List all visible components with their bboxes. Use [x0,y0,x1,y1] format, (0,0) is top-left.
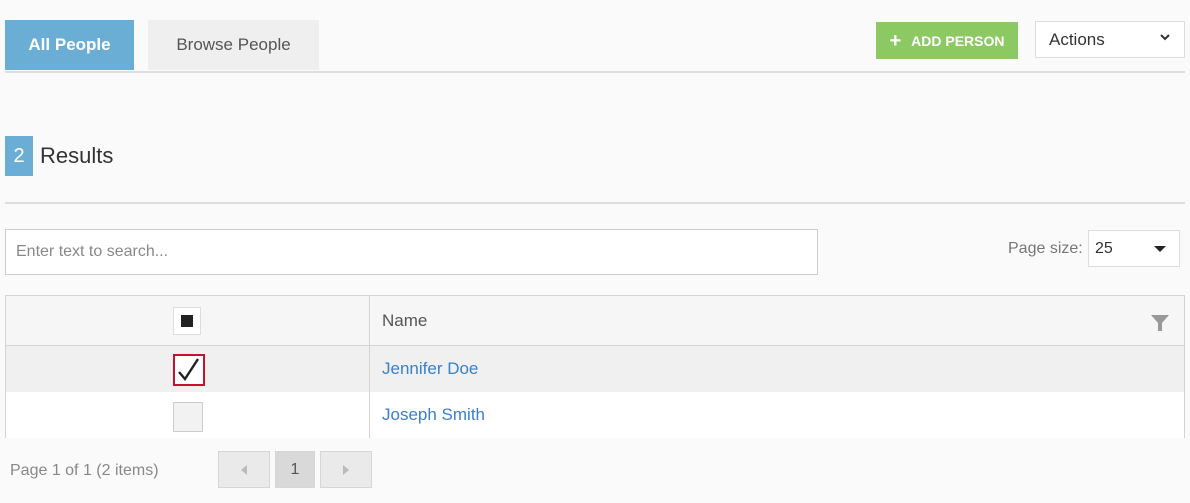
page-size-value: 25 [1095,239,1113,257]
results-count-badge: 2 [5,136,33,176]
name-column-header[interactable]: Name [370,296,1184,345]
name-cell: Jennifer Doe [370,346,1184,392]
people-grid: Name Jennifer Doe Joseph Smith [5,295,1185,438]
actions-dropdown[interactable]: Actions [1035,21,1185,58]
table-row: Joseph Smith [6,392,1184,438]
row-select-cell [6,392,370,438]
indeterminate-mark-icon [181,315,193,327]
grid-header-row: Name [6,296,1184,346]
chevron-down-icon [1160,34,1170,41]
add-person-label: ADD PERSON [911,32,1005,49]
page-size-select[interactable]: 25 [1088,230,1180,267]
pager-summary: Page 1 of 1 (2 items) [10,462,159,479]
results-header: 2 Results [5,136,113,176]
name-cell: Joseph Smith [370,392,1184,438]
prev-page-button[interactable] [218,451,270,488]
caret-left-icon [241,464,247,475]
page-number-button[interactable]: 1 [275,451,315,488]
person-link[interactable]: Jennifer Doe [382,359,478,379]
add-person-button[interactable]: + ADD PERSON [876,22,1018,59]
tab-divider [5,71,1185,73]
caret-right-icon [343,464,349,475]
select-column-header [6,296,370,345]
select-all-checkbox[interactable] [173,307,201,335]
actions-label: Actions [1049,29,1105,49]
row-select-cell [6,346,370,392]
plus-icon: + [889,29,902,52]
row-checkbox[interactable] [173,402,203,432]
results-label: Results [40,143,114,168]
page-size-label: Page size: [1008,240,1083,257]
next-page-button[interactable] [320,451,372,488]
checkmark-icon [178,358,200,381]
row-checkbox[interactable] [173,354,205,386]
tab-browse-people[interactable]: Browse People [148,20,319,70]
results-divider [5,202,1185,204]
filter-icon[interactable] [1150,314,1170,332]
tab-all-people[interactable]: All People [5,20,134,70]
person-link[interactable]: Joseph Smith [382,405,485,425]
table-row: Jennifer Doe [6,346,1184,392]
caret-down-icon [1154,246,1166,252]
name-column-label: Name [382,310,428,330]
search-input[interactable] [5,229,818,275]
